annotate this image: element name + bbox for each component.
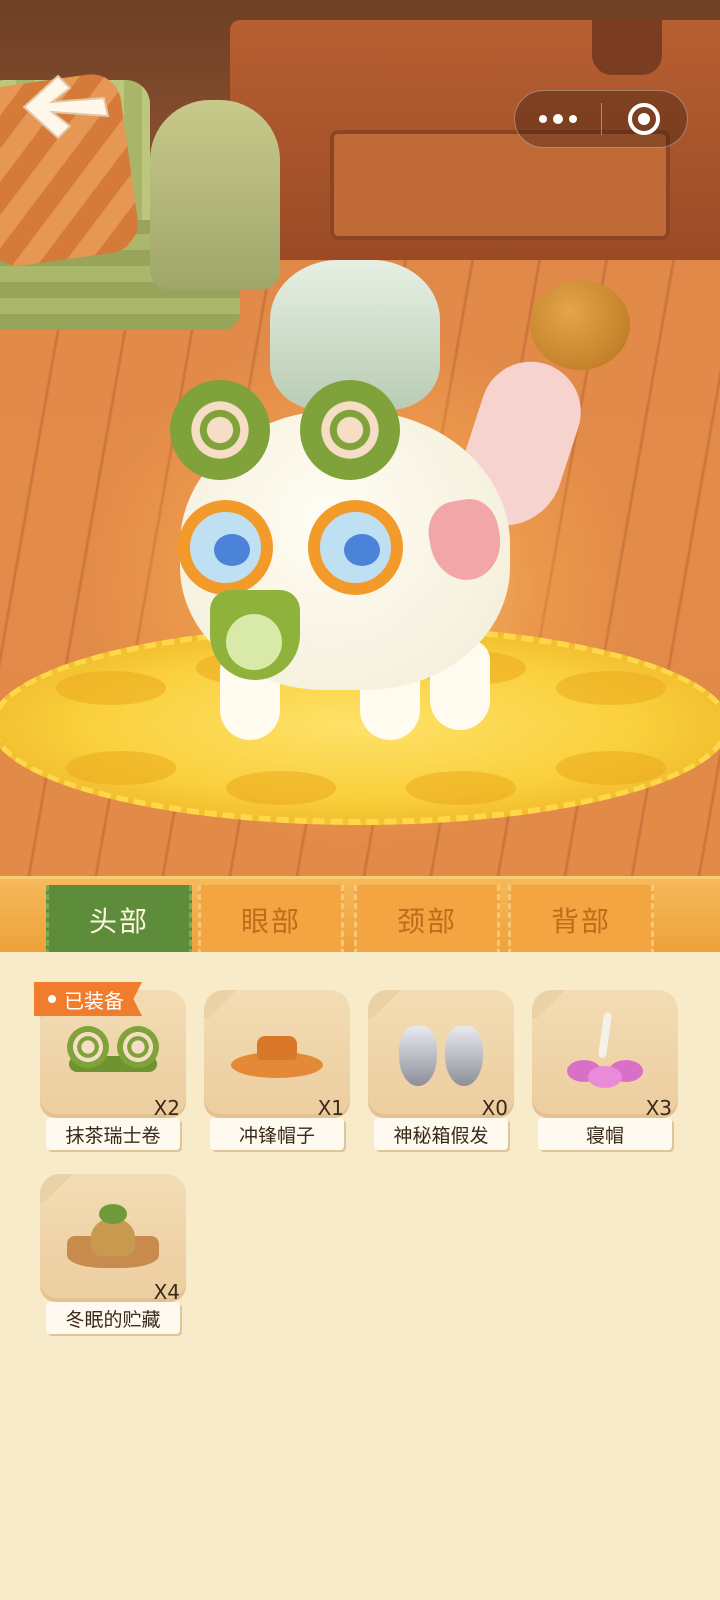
item-name: 冬眠的贮藏 [46, 1302, 180, 1334]
tab-neck[interactable]: 颈部 [354, 885, 500, 955]
jar [592, 20, 662, 75]
close-miniprogram-button[interactable] [602, 90, 687, 148]
back-arrow-icon [22, 74, 110, 140]
item-name: 寝帽 [538, 1118, 672, 1150]
item-nightcap[interactable]: X3 寝帽 [532, 982, 678, 1150]
mini-program-capsule [514, 90, 688, 148]
item-count: X4 [153, 1280, 180, 1304]
tab-label: 眼部 [240, 905, 301, 938]
back-button[interactable] [18, 70, 114, 144]
nightcap-thumbnail [555, 1011, 655, 1092]
dot-icon [48, 995, 56, 1003]
item-hibernation-stash[interactable]: X4 冬眠的贮藏 [40, 1166, 186, 1334]
target-circle-icon [628, 103, 661, 135]
tab-label: 头部 [88, 905, 149, 938]
tab-eyes[interactable]: 眼部 [198, 885, 344, 955]
wig-thumbnail [391, 1012, 491, 1092]
category-tab-bar: 头部 眼部 颈部 背部 [0, 876, 720, 955]
hat-thumbnail [227, 1012, 327, 1092]
item-count: X3 [645, 1096, 672, 1120]
item-name: 神秘箱假发 [374, 1118, 508, 1150]
matcha-roll-headwear [170, 380, 400, 490]
equipped-badge: 已装备 [34, 982, 142, 1016]
item-name: 抹茶瑞士卷 [46, 1118, 180, 1150]
item-name: 冲锋帽子 [210, 1118, 344, 1150]
item-count: X1 [317, 1096, 344, 1120]
melon-bib [210, 590, 300, 680]
tab-label: 背部 [550, 905, 611, 938]
tab-back[interactable]: 背部 [508, 885, 654, 955]
flower-glasses [178, 500, 428, 600]
item-charge-hat[interactable]: X1 冲锋帽子 [204, 982, 350, 1150]
matcha-roll-thumbnail [63, 1012, 163, 1092]
equipped-label: 已装备 [64, 988, 124, 1013]
items-panel: 已装备 X2 抹茶瑞士卷 X1 冲锋帽子 X0 神秘箱假发 X3 寝帽 X4 冬… [0, 952, 720, 1600]
stash-thumbnail [63, 1196, 163, 1276]
item-count: X0 [481, 1096, 508, 1120]
item-matcha-swiss-roll[interactable]: 已装备 X2 抹茶瑞士卷 [34, 982, 186, 1150]
tab-head[interactable]: 头部 [46, 885, 192, 955]
more-dots-icon[interactable] [515, 90, 601, 148]
pet-character[interactable] [130, 260, 594, 750]
tab-label: 颈部 [396, 905, 457, 938]
item-mystery-box-wig[interactable]: X0 神秘箱假发 [368, 982, 514, 1150]
item-count: X2 [153, 1096, 180, 1120]
